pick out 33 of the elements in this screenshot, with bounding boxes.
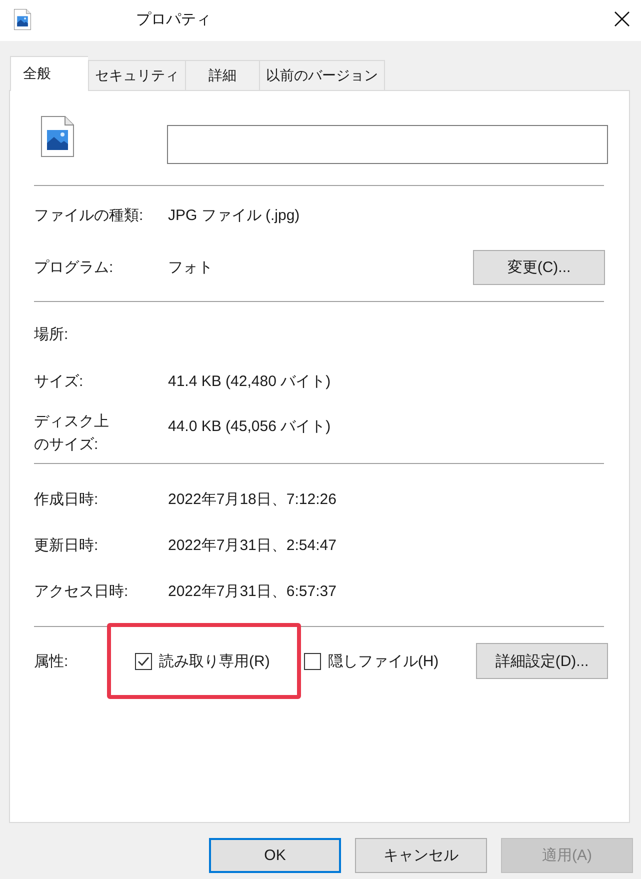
field-label: 場所: xyxy=(34,325,70,345)
tab[interactable]: 詳細 xyxy=(185,60,259,90)
dialog-button[interactable]: OK xyxy=(209,838,341,873)
field-value: 41.4 KB (42,480 バイト) xyxy=(168,372,332,392)
dialog-button[interactable]: キャンセル xyxy=(355,838,487,873)
tab[interactable]: 全般 xyxy=(10,56,88,91)
tab[interactable]: セキュリティ xyxy=(88,60,185,90)
change-button[interactable]: 変更(C)... xyxy=(473,250,605,284)
tab[interactable]: 以前のバージョン xyxy=(259,60,385,90)
field-label: プログラム: xyxy=(34,258,114,278)
field-label: 更新日時: xyxy=(34,536,100,556)
field-label: アクセス日時: xyxy=(34,582,130,602)
window-title: プロパティ xyxy=(136,10,211,28)
field-value: JPG ファイル (.jpg) xyxy=(168,206,301,226)
image-file-icon xyxy=(41,116,74,157)
field-value: 2022年7月18日、7:12:26 xyxy=(168,490,338,510)
advanced-button[interactable]: 詳細設定(D)... xyxy=(476,643,608,679)
file-name-field[interactable] xyxy=(167,125,608,164)
field-label: サイズ: xyxy=(34,372,84,392)
checkbox[interactable] xyxy=(135,652,152,670)
field-label: ファイルの種類: xyxy=(34,206,144,226)
field-label: 属性: xyxy=(34,652,70,670)
close-icon[interactable] xyxy=(614,11,630,27)
image-file-icon xyxy=(14,8,31,30)
field-value: 2022年7月31日、6:57:37 xyxy=(168,582,338,602)
field-value: 2022年7月31日、2:54:47 xyxy=(168,536,338,556)
checkbox-label: 隠しファイル(H) xyxy=(328,652,439,670)
field-value: 44.0 KB (45,056 バイト) xyxy=(168,417,332,437)
checkbox-label: 読み取り専用(R) xyxy=(159,652,270,670)
field-value: フォト xyxy=(168,258,214,278)
checkbox[interactable] xyxy=(304,652,321,670)
field-label: 作成日時: xyxy=(34,490,100,510)
field-label: ディスク上のサイズ: xyxy=(34,412,110,455)
